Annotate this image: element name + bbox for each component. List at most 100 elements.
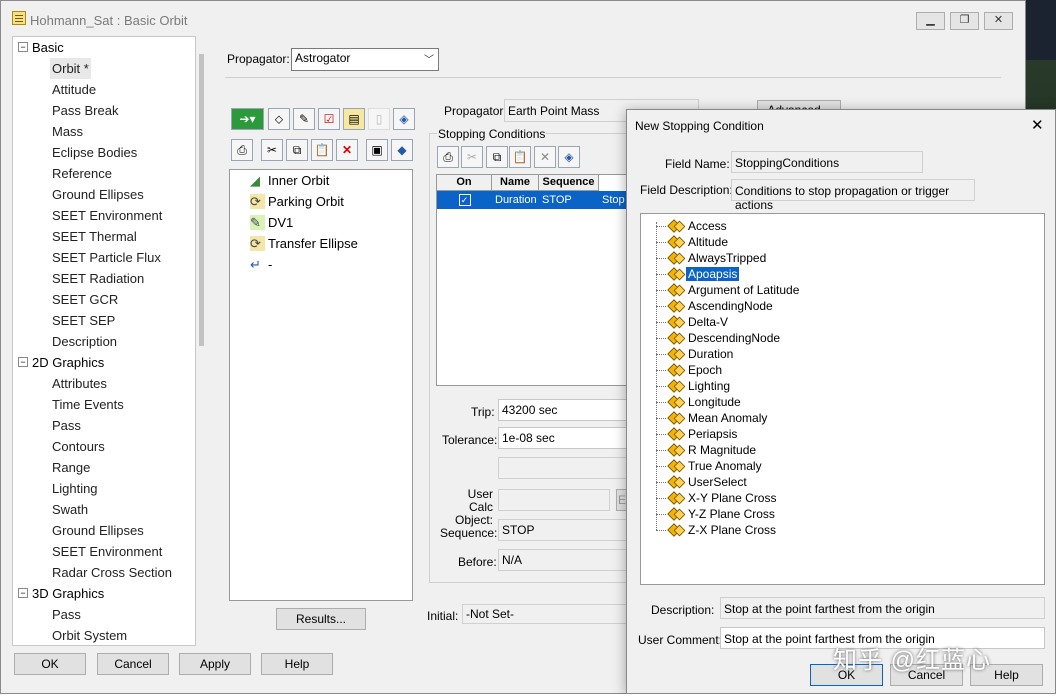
tree-item[interactable]: SEET GCR (52, 289, 118, 310)
condition-item[interactable]: Apoapsis (656, 266, 740, 282)
propagator-select[interactable]: Astrogator ﹀ (291, 48, 439, 71)
tree-item[interactable]: Contours (52, 436, 105, 457)
tree-item[interactable]: Radar Cross Section (52, 562, 172, 583)
tree-item[interactable]: SEET SEP (52, 310, 115, 331)
condition-item[interactable]: Mean Anomaly (656, 410, 769, 426)
sequence-field[interactable]: STOP (498, 519, 628, 541)
ok-button[interactable]: OK (14, 653, 86, 675)
condition-item[interactable]: Delta-V (656, 314, 730, 330)
tree-item[interactable]: Lighting (52, 478, 98, 499)
paste-icon[interactable]: 📋 (311, 139, 333, 161)
condition-item[interactable]: UserSelect (656, 474, 749, 490)
cut-condition-icon[interactable]: ✂ (461, 146, 483, 168)
library-icon[interactable]: ◆ (391, 139, 413, 161)
before-field[interactable]: N/A (498, 549, 628, 571)
condition-item[interactable]: AlwaysTripped (656, 250, 768, 266)
condition-item[interactable]: Z-X Plane Cross (656, 522, 778, 538)
grid-row-name[interactable]: Duration (492, 191, 539, 209)
grid-row-sequence[interactable]: STOP (539, 191, 599, 209)
close-icon[interactable]: ✕ (1031, 116, 1044, 134)
tree-item[interactable]: Eclipse Bodies (52, 142, 137, 163)
condition-item[interactable]: R Magnitude (656, 442, 758, 458)
tree-item[interactable]: Ground Ellipses (52, 520, 144, 541)
tree-item[interactable]: SEET Environment (52, 541, 162, 562)
paste-condition-icon[interactable]: 📋 (509, 146, 531, 168)
tree-item[interactable]: Pass (52, 415, 81, 436)
trip-input[interactable]: 43200 sec (498, 399, 628, 421)
tree-item[interactable]: Range (52, 457, 90, 478)
condition-item[interactable]: Lighting (656, 378, 732, 394)
cut-icon[interactable]: ✂ (261, 139, 283, 161)
condition-item[interactable]: AscendingNode (656, 298, 775, 314)
tree-item[interactable]: Pass Break (52, 100, 118, 121)
results-button[interactable]: Results... (276, 608, 366, 630)
sequence-item[interactable]: ⟳ Parking Orbit (250, 191, 344, 212)
tree-item[interactable]: Attitude (52, 79, 96, 100)
tree-item[interactable]: Orbit System (52, 625, 127, 645)
tolerance-input[interactable]: 1e-08 sec (498, 427, 628, 449)
condition-item[interactable]: DescendingNode (656, 330, 782, 346)
tree-group[interactable]: 2D Graphics (32, 352, 104, 373)
cancel-button[interactable]: Cancel (97, 653, 169, 675)
checkmark-icon[interactable]: ✓ (458, 194, 471, 206)
delete-condition-icon[interactable]: ✕ (534, 146, 556, 168)
scrollbar-thumb[interactable] (199, 54, 204, 346)
collapse-icon[interactable]: − (18, 588, 28, 598)
help-button[interactable]: Help (261, 653, 333, 675)
copy-condition-icon[interactable]: ⧉ (486, 146, 508, 168)
sequence-item[interactable]: ◢ Inner Orbit (250, 170, 329, 191)
sequence-item[interactable]: ⟳ Transfer Ellipse (250, 233, 358, 254)
condition-item[interactable]: Access (656, 218, 729, 234)
new-icon[interactable]: ⎙ (231, 139, 253, 161)
condition-item[interactable]: Longitude (656, 394, 743, 410)
tree-item[interactable]: Time Events (52, 394, 124, 415)
tree-item[interactable]: Orbit * (50, 58, 91, 79)
condition-item[interactable]: X-Y Plane Cross (656, 490, 778, 506)
tree-item[interactable]: Ground Ellipses (52, 184, 144, 205)
properties-tree: − Basic Orbit * Attitude Pass Break Mass Eclip… (12, 36, 196, 646)
condition-item-label: Delta-V (688, 315, 729, 329)
sequence-item[interactable]: ↵ - (250, 254, 272, 275)
condition-item[interactable]: Argument of Latitude (656, 282, 801, 298)
checkbox-icon[interactable]: ☑ (318, 108, 340, 130)
tree-item[interactable]: SEET Particle Flux (52, 247, 161, 268)
notes-icon[interactable]: ▤ (343, 108, 365, 130)
condition-item[interactable]: Epoch (656, 362, 724, 378)
tree-item[interactable]: Swath (52, 499, 88, 520)
apply-button[interactable]: Apply (179, 653, 251, 675)
collapse-icon[interactable]: − (18, 357, 28, 367)
sequence-item[interactable]: ✎ DV1 (250, 212, 293, 233)
tree-item[interactable]: Pass (52, 604, 81, 625)
tree-item[interactable]: SEET Environment (52, 205, 162, 226)
tree-group[interactable]: 3D Graphics (32, 583, 104, 604)
delete-icon[interactable]: ✕ (336, 139, 358, 161)
tree-item[interactable]: Description (52, 331, 117, 352)
condition-item[interactable]: Y-Z Plane Cross (656, 506, 777, 522)
insert-segment-icon[interactable]: ➔▾ (231, 108, 264, 130)
collapse-icon[interactable]: − (18, 42, 28, 52)
tree-item[interactable]: SEET Thermal (52, 226, 137, 247)
tree-item[interactable]: Mass (52, 121, 83, 142)
segment-properties-icon[interactable]: ⬦ (268, 108, 290, 130)
tree-scrollbar[interactable] (196, 36, 210, 646)
tree-group[interactable]: Basic (32, 37, 64, 58)
close-window-button[interactable]: ✕ (984, 12, 1013, 30)
condition-library-icon[interactable]: ◈ (558, 146, 580, 168)
maximize-button[interactable]: ❐ (950, 12, 979, 30)
tree-item[interactable]: Reference (52, 163, 112, 184)
tree-item[interactable]: SEET Radiation (52, 268, 144, 289)
user-calc-field[interactable] (498, 489, 610, 511)
condition-item[interactable]: True Anomaly (656, 458, 764, 474)
mcs-icon[interactable]: ▣ (366, 139, 388, 161)
minimize-button[interactable]: ▁ (916, 12, 945, 30)
condition-item[interactable]: Duration (656, 346, 735, 362)
target-icon[interactable]: ◈ (393, 108, 415, 130)
initial-field[interactable]: -Not Set- (462, 604, 628, 624)
run-icon[interactable]: ✎ (293, 108, 315, 130)
new-condition-icon[interactable]: ⎙ (437, 146, 459, 168)
grid-row-on-cell[interactable]: ✓ (437, 191, 492, 209)
condition-item[interactable]: Periapsis (656, 426, 739, 442)
tree-item[interactable]: Attributes (52, 373, 107, 394)
condition-item[interactable]: Altitude (656, 234, 730, 250)
copy-icon[interactable]: ⧉ (286, 139, 308, 161)
